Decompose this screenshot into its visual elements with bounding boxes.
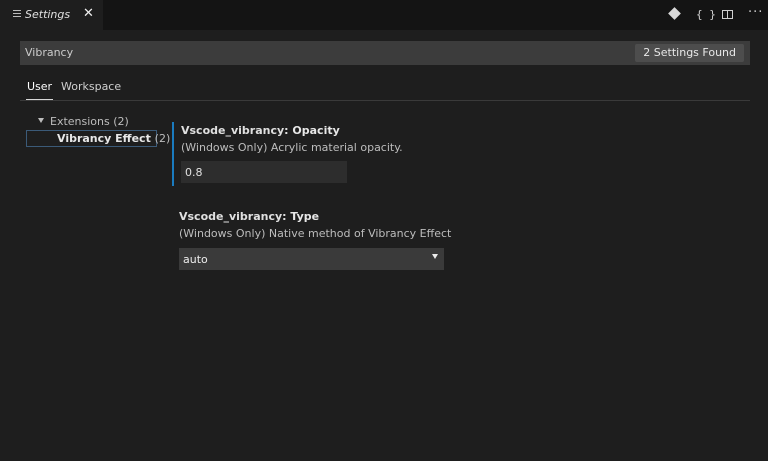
setting-title: Vscode_vibrancy: Type [179, 210, 319, 223]
scope-tabs: User Workspace [20, 80, 750, 101]
toc-group-label: Extensions [50, 115, 110, 128]
expanded-triangle-icon [38, 118, 44, 123]
search-value: Vibrancy [25, 46, 74, 59]
editor-tab-bar: Settings ✕ { } ··· [0, 0, 768, 30]
setting-name: Opacity [292, 124, 340, 137]
setting-opacity: Vscode_vibrancy: Opacity (Windows Only) … [172, 122, 674, 186]
type-select[interactable]: auto [179, 248, 444, 270]
setting-description: (Windows Only) Acrylic material opacity. [181, 141, 403, 154]
toc-item-vibrancy-effect[interactable]: Vibrancy Effect (2) [26, 130, 170, 147]
tab-workspace[interactable]: Workspace [61, 80, 121, 99]
tab-user[interactable]: User [26, 80, 54, 100]
toc-item-count: (2) [154, 132, 171, 145]
tab-title: Settings [25, 8, 71, 21]
settings-tab[interactable]: Settings ✕ [0, 0, 103, 30]
chevron-down-icon [432, 254, 438, 259]
setting-name: Type [290, 210, 320, 223]
setting-category: Vscode_vibrancy: [181, 124, 289, 137]
toc-group-count: (2) [113, 115, 129, 128]
settings-list-icon [13, 10, 21, 19]
setting-category: Vscode_vibrancy: [179, 210, 287, 223]
results-count-badge: 2 Settings Found [635, 44, 744, 62]
opacity-input[interactable]: 0.8 [181, 161, 347, 183]
setting-title: Vscode_vibrancy: Opacity [181, 124, 340, 137]
type-select-value: auto [183, 253, 208, 266]
setting-type: Vscode_vibrancy: Type (Windows Only) Nat… [172, 208, 672, 272]
toc-item-label: Vibrancy Effect [57, 132, 151, 145]
setting-description: (Windows Only) Native method of Vibrancy… [179, 227, 452, 240]
split-editor-icon[interactable] [722, 10, 733, 19]
more-actions-icon[interactable]: ··· [748, 5, 763, 20]
settings-search-input[interactable]: Vibrancy 2 Settings Found [20, 41, 750, 65]
open-json-icon[interactable]: { } [696, 8, 716, 21]
git-compare-icon[interactable] [668, 7, 681, 20]
close-tab-icon[interactable]: ✕ [83, 6, 94, 21]
